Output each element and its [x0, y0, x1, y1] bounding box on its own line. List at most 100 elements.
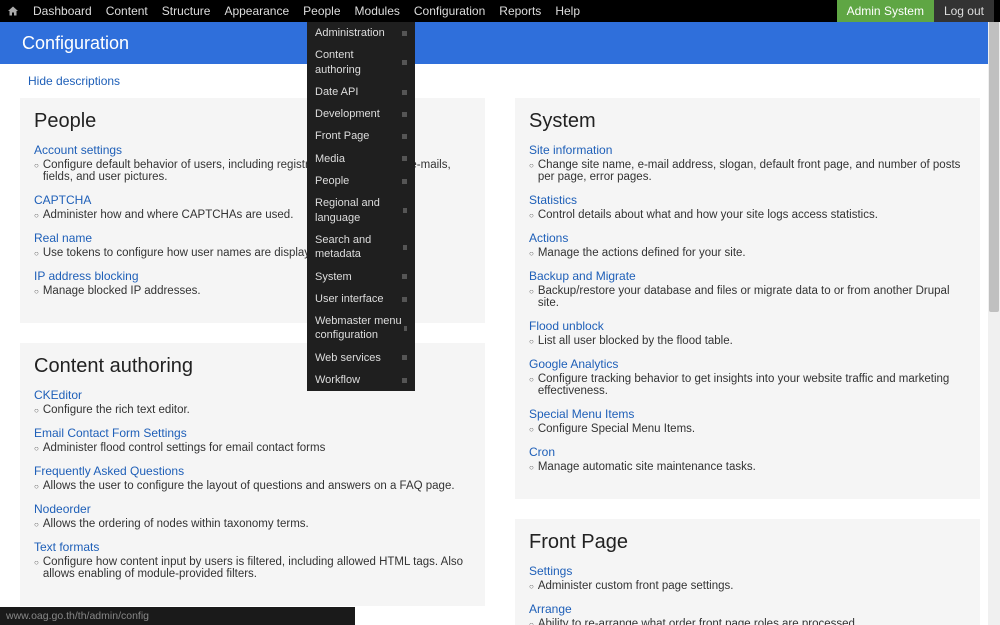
toolbar-item-reports[interactable]: Reports [492, 0, 548, 22]
left-column: PeopleAccount settingsConfigure default … [20, 98, 485, 625]
dropdown-item-label: System [315, 270, 352, 284]
dropdown-item-label: User interface [315, 292, 383, 306]
right-column: SystemSite informationChange site name, … [515, 98, 980, 625]
dropdown-item-label: Content authoring [315, 48, 402, 77]
config-entry-link[interactable]: Flood unblock [529, 319, 604, 333]
config-entry-desc: Administer custom front page settings. [529, 580, 966, 592]
toolbar-item-configuration[interactable]: Configuration [407, 0, 492, 22]
config-entry-link[interactable]: IP address blocking [34, 269, 139, 283]
dropdown-item-label: Search and metadata [315, 233, 403, 262]
toolbar-item-modules[interactable]: Modules [348, 0, 407, 22]
submenu-indicator-icon [402, 179, 407, 184]
panel-title: Front Page [529, 531, 966, 554]
config-entry-link[interactable]: Settings [529, 564, 572, 578]
config-entry-link[interactable]: Frequently Asked Questions [34, 464, 184, 478]
config-entry-link[interactable]: Cron [529, 445, 555, 459]
submenu-indicator-icon [403, 245, 407, 250]
dropdown-item[interactable]: Development [307, 103, 415, 125]
dropdown-item-label: Administration [315, 26, 385, 40]
submenu-indicator-icon [402, 156, 407, 161]
dropdown-item[interactable]: Content authoring [307, 44, 415, 81]
toolbar-item-dashboard[interactable]: Dashboard [26, 0, 99, 22]
config-entry-link[interactable]: Special Menu Items [529, 407, 634, 421]
dropdown-item[interactable]: Date API [307, 81, 415, 103]
logout-button[interactable]: Log out [934, 0, 994, 22]
config-entry-desc: Allows the ordering of nodes within taxo… [34, 518, 471, 530]
config-panel: PeopleAccount settingsConfigure default … [20, 98, 485, 323]
dropdown-item-label: Front Page [315, 129, 369, 143]
dropdown-item-label: Development [315, 107, 380, 121]
submenu-indicator-icon [403, 208, 407, 213]
toolbar-item-content[interactable]: Content [99, 0, 155, 22]
config-entry: ArrangeAbility to re-arrange what order … [529, 602, 966, 625]
content-scroll[interactable]: Hide descriptions People Account settings… [0, 64, 1000, 625]
dropdown-item[interactable]: Workflow [307, 369, 415, 391]
config-entry: Nodeorder Allows the ordering of nodes wi… [34, 502, 471, 530]
toolbar-right: Admin System Log out [837, 0, 994, 22]
config-entry: Special Menu Items Configure Special Menu… [529, 407, 966, 435]
dropdown-item[interactable]: Front Page [307, 125, 415, 147]
admin-toolbar: DashboardContentStructureAppearancePeopl… [0, 0, 1000, 22]
config-entry-link[interactable]: Arrange [529, 602, 572, 616]
config-entry-link[interactable]: Real name [34, 231, 92, 245]
dropdown-item-label: Web services [315, 351, 381, 365]
dropdown-item[interactable]: Search and metadata [307, 229, 415, 266]
admin-system-button[interactable]: Admin System [837, 0, 934, 22]
home-icon[interactable] [6, 4, 20, 18]
config-entry-link[interactable]: Account settings [34, 143, 122, 157]
toolbar-item-people[interactable]: People [296, 0, 347, 22]
config-entry-link[interactable]: CKEditor [34, 388, 82, 402]
toolbar-items: DashboardContentStructureAppearancePeopl… [26, 0, 587, 22]
config-entry-desc: Manage the actions defined for your site… [529, 247, 966, 259]
panel-title: System [529, 110, 966, 133]
config-entry-desc: List all user blocked by the flood table… [529, 335, 966, 347]
config-entry-link[interactable]: Backup and Migrate [529, 269, 636, 283]
submenu-indicator-icon [402, 378, 407, 383]
toolbar-item-structure[interactable]: Structure [155, 0, 218, 22]
config-entry: Frequently Asked QuestionsAllows the use… [34, 464, 471, 492]
config-entry-link[interactable]: Email Contact Form Settings [34, 426, 187, 440]
page-hero: Configuration [0, 22, 1000, 64]
config-entry: Settings Administer custom front page set… [529, 564, 966, 592]
config-panel: Front Page Settings Administer custom fron… [515, 519, 980, 625]
toolbar-item-help[interactable]: Help [548, 0, 587, 22]
submenu-indicator-icon [402, 134, 407, 139]
config-entry-link[interactable]: Nodeorder [34, 502, 91, 516]
dropdown-item[interactable]: Web services [307, 347, 415, 369]
scrollbar-track[interactable] [988, 0, 1000, 625]
dropdown-item-label: Webmaster menu configuration [315, 314, 404, 343]
config-entry: Statistics Control details about what and… [529, 193, 966, 221]
config-entry: Cron Manage automatic site maintenance ta… [529, 445, 966, 473]
dropdown-item[interactable]: Webmaster menu configuration [307, 310, 415, 347]
config-entry-link[interactable]: Site information [529, 143, 612, 157]
dropdown-item[interactable]: Regional and language [307, 192, 415, 229]
config-entry: Actions Manage the actions defined for yo… [529, 231, 966, 259]
page-title: Configuration [22, 33, 129, 54]
configuration-dropdown: Administration Content authoring Date API D… [307, 22, 415, 391]
config-entry-link[interactable]: Google Analytics [529, 357, 618, 371]
config-entry-link[interactable]: Actions [529, 231, 568, 245]
config-entry-desc: Configure Special Menu Items. [529, 423, 966, 435]
submenu-indicator-icon [402, 297, 407, 302]
dropdown-item[interactable]: Media [307, 148, 415, 170]
config-entry-link[interactable]: Statistics [529, 193, 577, 207]
dropdown-item[interactable]: Administration [307, 22, 415, 44]
config-entry: Flood unblock List all user blocked by th… [529, 319, 966, 347]
dropdown-item-label: Regional and language [315, 196, 403, 225]
hide-descriptions-link[interactable]: Hide descriptions [0, 64, 1000, 98]
config-panel: SystemSite informationChange site name, … [515, 98, 980, 499]
dropdown-item-label: Workflow [315, 373, 360, 387]
dropdown-item-label: Date API [315, 85, 358, 99]
config-entry-desc: Manage automatic site maintenance tasks. [529, 461, 966, 473]
config-entry-desc: Configure the rich text editor. [34, 404, 471, 416]
config-entry-desc: Control details about what and how your … [529, 209, 966, 221]
dropdown-item[interactable]: People [307, 170, 415, 192]
dropdown-item[interactable]: User interface [307, 288, 415, 310]
config-entry-link[interactable]: Text formats [34, 540, 99, 554]
config-entry-link[interactable]: CAPTCHA [34, 193, 91, 207]
dropdown-item[interactable]: System [307, 266, 415, 288]
toolbar-item-appearance[interactable]: Appearance [217, 0, 296, 22]
scrollbar-thumb[interactable] [989, 12, 999, 312]
dropdown-item-label: People [315, 174, 349, 188]
config-entry-desc: Configure tracking behavior to get insig… [529, 373, 966, 397]
